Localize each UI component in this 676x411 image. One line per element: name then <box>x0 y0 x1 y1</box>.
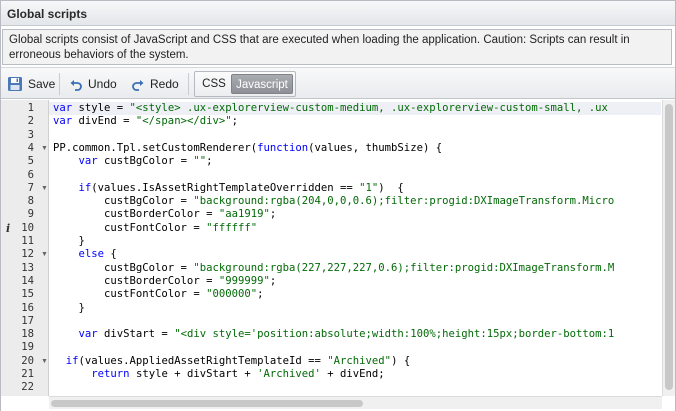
code-line[interactable]: custBgColor = "background:rgba(204,0,0,0… <box>49 195 661 208</box>
line-number: 19 <box>21 341 34 354</box>
line-number: 5 <box>27 155 34 168</box>
code-line[interactable]: custFontColor = "ffffff" <box>49 222 661 235</box>
fold-arrow-icon[interactable]: ▼ <box>41 355 48 368</box>
line-number: 10 <box>21 221 34 234</box>
code-line[interactable]: if(values.IsAssetRightTemplateOverridden… <box>49 182 661 195</box>
fold-arrow-icon[interactable]: ▼ <box>41 142 48 155</box>
info-box: Global scripts consist of JavaScript and… <box>2 29 672 65</box>
line-number: 20 <box>21 354 34 367</box>
undo-icon <box>70 80 82 91</box>
undo-button[interactable]: Undo <box>69 75 117 93</box>
save-icon <box>8 77 22 91</box>
code-line[interactable] <box>49 169 661 182</box>
line-number: 21 <box>21 368 34 380</box>
code-line[interactable]: if(values.AppliedAssetRightTemplateId ==… <box>49 355 661 368</box>
line-number: 12 <box>21 248 34 261</box>
code-area[interactable]: var style = "<style> .ux-explorerview-cu… <box>49 100 661 396</box>
line-number: 11 <box>21 235 34 247</box>
horizontal-scroll-thumb[interactable] <box>51 400 363 407</box>
line-number: 4 <box>27 141 34 154</box>
code-line[interactable]: PP.common.Tpl.setCustomRenderer(function… <box>49 142 661 155</box>
code-line[interactable]: var style = "<style> .ux-explorerview-cu… <box>49 102 661 115</box>
fold-arrow-icon[interactable]: ▼ <box>41 182 48 195</box>
vertical-scrollbar[interactable] <box>662 100 675 396</box>
line-number-gutter: 1 2 3 4 ▼ 5 6 7 ▼ 8 9 10 i 11 12 ▼ 13 14 15 16 17 18 19 20 ▼ 21 22 <box>1 100 49 396</box>
code-editor[interactable]: 1 2 3 4 ▼ 5 6 7 ▼ 8 9 10 i 11 12 ▼ 13 14 15 16 17 18 19 20 ▼ 21 22… <box>1 100 675 411</box>
line-number: 2 <box>27 115 34 128</box>
line-number: 14 <box>21 274 34 287</box>
tab-css[interactable]: CSS <box>199 75 229 93</box>
line-number: 7 <box>27 181 34 194</box>
code-line[interactable]: custBorderColor = "999999"; <box>49 275 661 288</box>
window-titlebar: Global scripts <box>1 1 675 26</box>
code-line[interactable] <box>49 341 661 354</box>
code-line[interactable] <box>49 315 661 328</box>
code-line[interactable]: custFontColor = "000000"; <box>49 288 661 301</box>
undo-label: Undo <box>88 77 117 91</box>
line-number: 15 <box>21 288 34 301</box>
line-number: 22 <box>21 381 34 394</box>
horizontal-scrollbar[interactable] <box>49 396 662 409</box>
code-line[interactable]: custBorderColor = "aa1919"; <box>49 208 661 221</box>
code-line[interactable]: } <box>49 235 661 248</box>
code-line[interactable]: return style + divStart + 'Archived' + d… <box>49 368 661 381</box>
line-number: 18 <box>21 328 34 341</box>
line-number: 17 <box>21 314 34 327</box>
line-number: 9 <box>27 208 34 221</box>
toolbar: Save Undo Redo CSS Javascript <box>1 67 675 99</box>
code-line[interactable]: var divEnd = "</span></div>"; <box>49 115 661 128</box>
code-line[interactable] <box>49 381 661 394</box>
code-line[interactable]: var custBgColor = ""; <box>49 155 661 168</box>
redo-icon <box>132 80 144 91</box>
fold-arrow-icon[interactable]: ▼ <box>41 248 48 261</box>
save-button[interactable]: Save <box>7 75 55 93</box>
save-label: Save <box>28 77 56 91</box>
code-line[interactable]: else { <box>49 248 661 261</box>
redo-label: Redo <box>150 77 179 91</box>
code-line[interactable] <box>49 129 661 142</box>
toolbar-separator <box>188 73 189 95</box>
line-number: 6 <box>27 168 34 181</box>
language-switch: CSS Javascript <box>194 71 296 97</box>
code-line[interactable]: custBgColor = "background:rgba(227,227,2… <box>49 262 661 275</box>
line-number: 13 <box>21 261 34 274</box>
window-title: Global scripts <box>7 7 88 21</box>
code-line[interactable]: var divStart = "<div style='position:abs… <box>49 328 661 341</box>
line-number: 16 <box>21 301 34 314</box>
global-scripts-window: Global scripts Global scripts consist of… <box>0 0 676 411</box>
vertical-scroll-thumb[interactable] <box>665 104 673 390</box>
info-marker-icon[interactable]: i <box>6 222 10 235</box>
redo-button[interactable]: Redo <box>131 75 179 93</box>
line-number: 3 <box>27 128 34 141</box>
line-number: 8 <box>27 195 34 208</box>
tab-javascript[interactable]: Javascript <box>231 74 293 94</box>
line-number: 1 <box>27 102 34 114</box>
toolbar-separator <box>59 73 60 95</box>
code-line[interactable]: } <box>49 302 661 315</box>
